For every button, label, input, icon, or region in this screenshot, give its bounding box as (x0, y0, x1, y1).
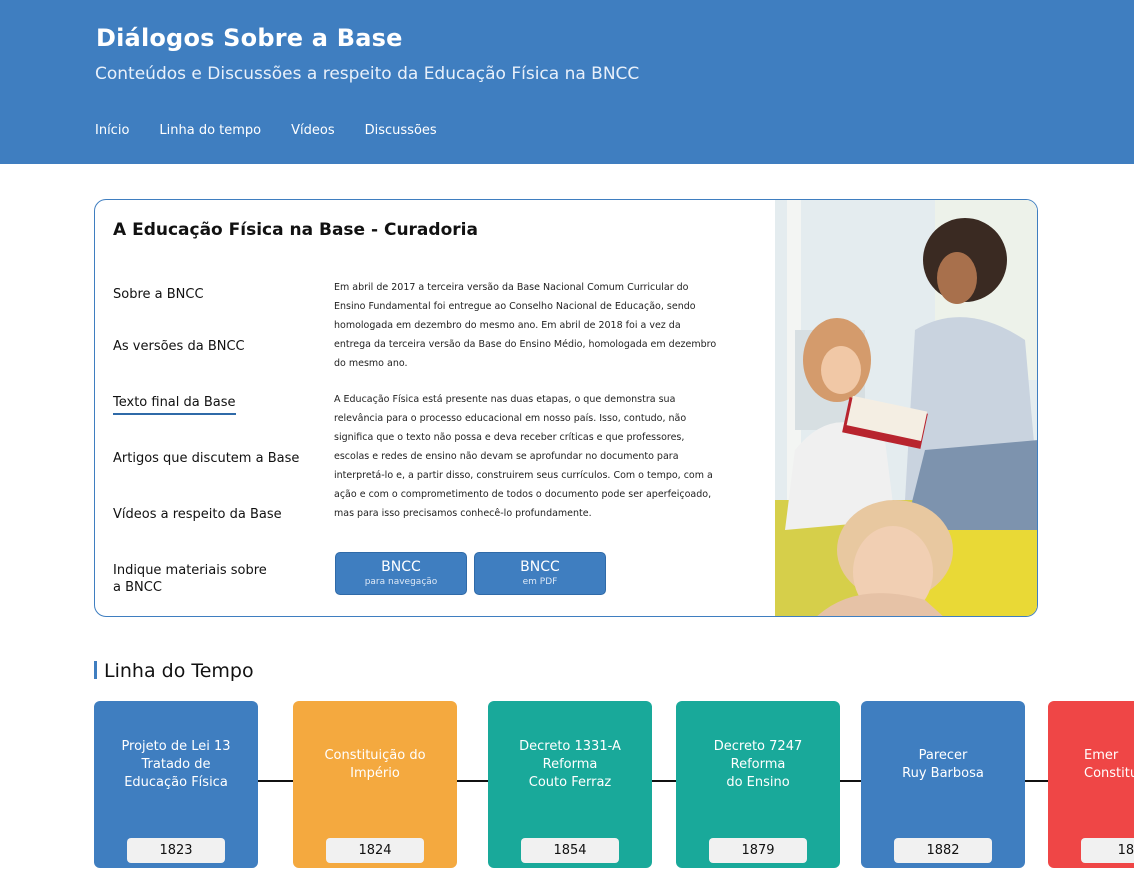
site-header: Diálogos Sobre a Base Conteúdos e Discus… (0, 0, 1134, 164)
heading-accent-bar (94, 661, 97, 679)
link-texto-final[interactable]: Texto final da Base (113, 394, 236, 415)
timeline-year-badge: 1824 (326, 838, 424, 863)
timeline-year-badge: 188 (1081, 838, 1134, 863)
site-subtitle: Conteúdos e Discussões a respeito da Edu… (95, 64, 640, 84)
bncc-navegacao-button[interactable]: BNCC para navegação (335, 552, 467, 595)
link-sobre-bncc[interactable]: Sobre a BNCC (113, 286, 313, 303)
timeline-item-label: Projeto de Lei 13 Tratado de Educação Fí… (121, 739, 231, 790)
site-title[interactable]: Diálogos Sobre a Base (96, 24, 403, 52)
timeline-heading: Linha do Tempo (94, 660, 254, 682)
classroom-photo (775, 200, 1037, 616)
paragraph-2: A Educação Física está presente nas duas… (334, 394, 713, 519)
link-versoes-bncc[interactable]: As versões da BNCC (113, 338, 313, 355)
link-artigos[interactable]: Artigos que discutem a Base (113, 450, 313, 467)
timeline-year-badge: 1882 (894, 838, 992, 863)
timeline-item-1879[interactable]: Decreto 7247 Reforma do Ensino 1879 (676, 701, 840, 868)
timeline-item-label: Parecer Ruy Barbosa (902, 748, 984, 781)
link-videos[interactable]: Vídeos a respeito da Base (113, 506, 313, 523)
main-nav: Início Linha do tempo Vídeos Discussões (95, 123, 437, 138)
timeline-year-badge: 1823 (127, 838, 225, 863)
timeline-item-1824[interactable]: Constituição do Império 1824 (293, 701, 457, 868)
timeline-item-1854[interactable]: Decreto 1331-A Reforma Couto Ferraz 1854 (488, 701, 652, 868)
timeline-item-label: Emer Constitu (1084, 748, 1134, 781)
timeline-year-badge: 1854 (521, 838, 619, 863)
nav-inicio[interactable]: Início (95, 123, 129, 138)
timeline-item-label: Constituição do Império (324, 748, 426, 781)
link-indique-materiais[interactable]: Indique materiais sobre a BNCC (113, 562, 278, 596)
nav-linha-do-tempo[interactable]: Linha do tempo (159, 123, 261, 138)
timeline-item-label: Decreto 1331-A Reforma Couto Ferraz (519, 739, 621, 790)
timeline-heading-text: Linha do Tempo (104, 660, 254, 682)
timeline-item-partial[interactable]: Emer Constitu 188 (1048, 701, 1134, 868)
timeline-item-1882[interactable]: Parecer Ruy Barbosa 1882 (861, 701, 1025, 868)
button-sublabel: em PDF (522, 577, 558, 587)
nav-videos[interactable]: Vídeos (291, 123, 334, 138)
card-title: A Educação Física na Base - Curadoria (113, 220, 478, 240)
timeline-year-badge: 1879 (709, 838, 807, 863)
nav-discussoes[interactable]: Discussões (365, 123, 437, 138)
button-sublabel: para navegação (364, 577, 438, 587)
paragraph-1: Em abril de 2017 a terceira versão da Ba… (334, 282, 717, 369)
timeline-item-label: Decreto 7247 Reforma do Ensino (713, 739, 803, 790)
curadoria-card: A Educação Física na Base - Curadoria So… (94, 199, 1038, 617)
timeline-item-1823[interactable]: Projeto de Lei 13 Tratado de Educação Fí… (94, 701, 258, 868)
classroom-illustration (775, 200, 1037, 616)
button-label: BNCC (520, 559, 560, 575)
bncc-pdf-button[interactable]: BNCC em PDF (474, 552, 606, 595)
button-label: BNCC (381, 559, 421, 575)
